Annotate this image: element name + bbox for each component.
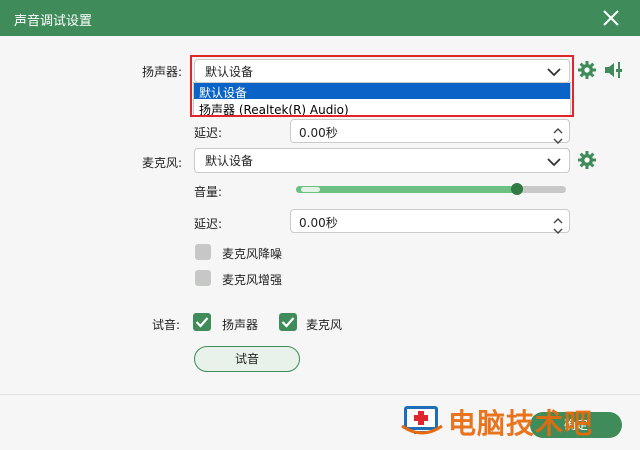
speaker-label: 扬声器: bbox=[142, 65, 183, 79]
mic-delay-value: 0.00秒 bbox=[299, 216, 338, 230]
watermark: 电脑技术吧 bbox=[398, 398, 636, 442]
chevron-up-icon[interactable] bbox=[553, 213, 563, 224]
gear-icon[interactable] bbox=[577, 60, 597, 80]
speaker-delay-stepper[interactable]: 0.00秒 bbox=[290, 119, 570, 144]
check-icon bbox=[195, 317, 209, 328]
mic-enhance-label: 麦克风增强 bbox=[222, 273, 283, 287]
test-mic-label: 麦克风 bbox=[306, 318, 343, 332]
test-speaker-label: 扬声器 bbox=[222, 318, 259, 332]
chevron-up-icon[interactable] bbox=[553, 123, 563, 134]
mic-enhance-checkbox[interactable] bbox=[195, 270, 211, 286]
watermark-logo-icon bbox=[401, 406, 443, 435]
noise-reduction-checkbox[interactable] bbox=[195, 244, 211, 260]
chevron-down-icon bbox=[547, 156, 561, 167]
speaker-delay-value: 0.00秒 bbox=[299, 126, 338, 140]
volume-fill bbox=[296, 186, 518, 193]
mic-selected-value: 默认设备 bbox=[205, 154, 254, 168]
test-mic-checkbox[interactable] bbox=[279, 313, 297, 331]
volume-level-meter bbox=[301, 187, 321, 192]
test-sound-button[interactable]: 试音 bbox=[194, 346, 300, 372]
title-bar: 声音调试设置 bbox=[0, 0, 640, 36]
mic-delay-label: 延迟: bbox=[194, 217, 223, 231]
check-icon bbox=[281, 317, 295, 328]
close-icon[interactable] bbox=[600, 7, 622, 29]
chevron-down-icon[interactable] bbox=[553, 223, 563, 234]
mic-label: 麦克风: bbox=[142, 156, 183, 170]
mic-volume-slider[interactable] bbox=[296, 183, 566, 195]
test-speaker-checkbox[interactable] bbox=[193, 313, 211, 331]
watermark-text: 电脑技术吧 bbox=[448, 407, 594, 440]
window-title: 声音调试设置 bbox=[14, 14, 93, 29]
test-label: 试音: bbox=[152, 318, 181, 332]
gear-icon[interactable] bbox=[577, 150, 597, 170]
footer-divider bbox=[0, 394, 640, 395]
speaker-volume-icon[interactable] bbox=[603, 60, 625, 80]
chevron-down-icon[interactable] bbox=[553, 133, 563, 144]
noise-reduction-label: 麦克风降噪 bbox=[222, 247, 283, 261]
mic-volume-label: 音量: bbox=[194, 185, 223, 199]
red-highlight-box bbox=[190, 55, 574, 117]
speaker-delay-label: 延迟: bbox=[194, 126, 223, 140]
mic-delay-stepper[interactable]: 0.00秒 bbox=[290, 209, 570, 234]
mic-select[interactable]: 默认设备 bbox=[194, 148, 570, 173]
